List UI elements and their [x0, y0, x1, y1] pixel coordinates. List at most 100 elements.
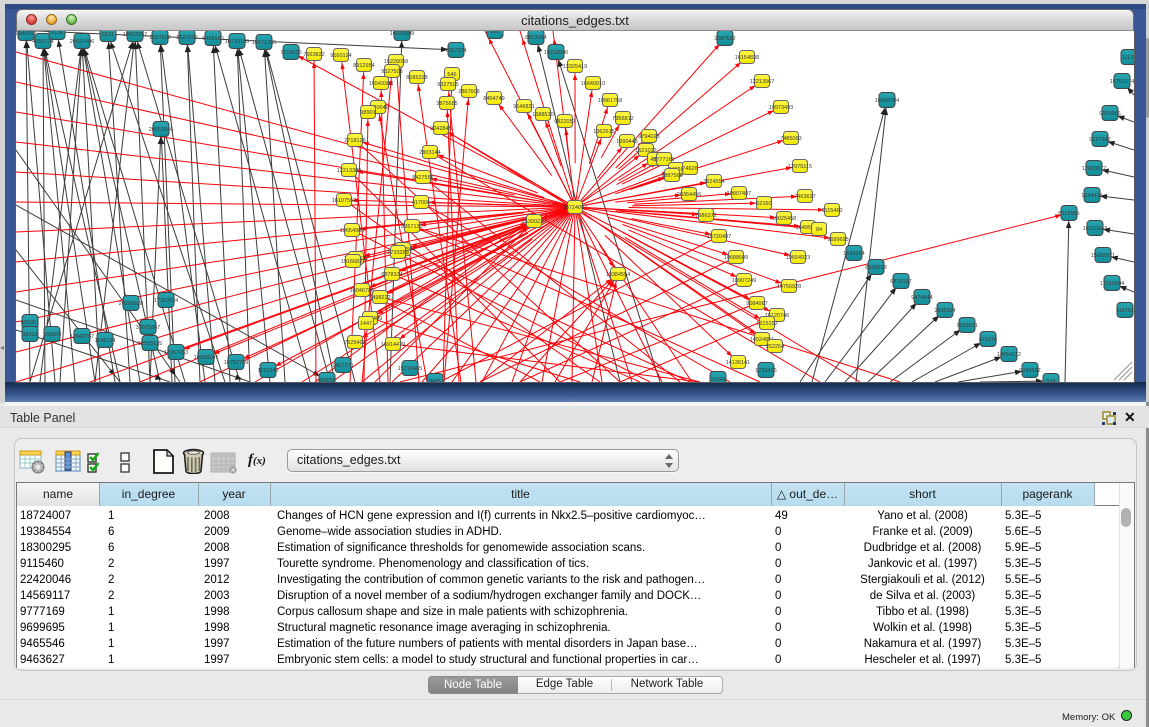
svg-text:6466160: 6466160 — [202, 36, 223, 42]
svg-text:16640910: 16640910 — [581, 81, 605, 87]
svg-text:1527602: 1527602 — [176, 35, 197, 41]
svg-text:16107552: 16107552 — [332, 198, 356, 204]
svg-text:10719155: 10719155 — [225, 39, 249, 45]
svg-text:6897568: 6897568 — [661, 173, 682, 179]
svg-text:9146821: 9146821 — [513, 104, 534, 110]
svg-text:9329966: 9329966 — [1099, 111, 1120, 117]
svg-text:2803144: 2803144 — [419, 150, 440, 156]
svg-text:10807487: 10807487 — [727, 191, 751, 197]
svg-text:16782759: 16782759 — [224, 360, 248, 366]
svg-text:7955812: 7955812 — [612, 116, 633, 122]
svg-text:19654985: 19654985 — [340, 228, 364, 234]
svg-text:881: 881 — [490, 31, 499, 35]
svg-text:3875685: 3875685 — [436, 101, 457, 107]
svg-text:15751074: 15751074 — [1110, 79, 1134, 85]
svg-text:2718126: 2718126 — [344, 138, 365, 144]
svg-text:16210643: 16210643 — [1083, 226, 1107, 232]
svg-text:20691406: 20691406 — [70, 39, 94, 45]
svg-text:9327506: 9327506 — [381, 69, 402, 75]
svg-text:12093872: 12093872 — [1082, 166, 1106, 172]
svg-text:12942757: 12942757 — [70, 334, 94, 340]
svg-text:16543382: 16543382 — [369, 81, 393, 87]
svg-text:8186328: 8186328 — [406, 75, 427, 81]
svg-text:8878334: 8878334 — [381, 272, 402, 278]
svg-text:8912954: 8912954 — [353, 63, 374, 69]
svg-text:10961758: 10961758 — [598, 98, 622, 104]
svg-text:7986372: 7986372 — [695, 213, 716, 219]
svg-text:19756928: 19756928 — [777, 284, 801, 290]
svg-text:98901: 98901 — [360, 110, 375, 116]
svg-text:9084067: 9084067 — [746, 301, 767, 307]
svg-text:19166827: 19166827 — [341, 259, 365, 265]
svg-text:9121: 9121 — [102, 32, 114, 38]
svg-text:8938928: 8938928 — [865, 265, 886, 271]
svg-text:9242845: 9242845 — [430, 126, 451, 132]
svg-text:3498222: 3498222 — [369, 295, 390, 301]
svg-text:14136141: 14136141 — [726, 360, 750, 366]
svg-text:12213967: 12213967 — [750, 79, 774, 85]
svg-text:9794028: 9794028 — [638, 134, 659, 140]
svg-text:18724007: 18724007 — [563, 205, 587, 211]
svg-text:15720407: 15720407 — [707, 234, 731, 240]
svg-text:924: 924 — [1046, 379, 1055, 382]
svg-text:16648784: 16648784 — [875, 98, 899, 104]
svg-text:7485063: 7485063 — [780, 136, 801, 142]
svg-text:9327505: 9327505 — [437, 82, 458, 88]
svg-text:7357224: 7357224 — [445, 48, 466, 54]
svg-text:19218506: 19218506 — [544, 50, 568, 56]
svg-text:116753: 116753 — [1116, 308, 1134, 314]
svg-text:17957253: 17957253 — [164, 350, 188, 356]
svg-text:12213389: 12213389 — [337, 168, 361, 174]
svg-text:33975867: 33975867 — [136, 325, 160, 331]
svg-text:1990448: 1990448 — [616, 139, 637, 145]
svg-text:19654923: 19654923 — [786, 255, 810, 261]
svg-text:9106: 9106 — [51, 31, 63, 36]
svg-text:10958107: 10958107 — [194, 355, 218, 361]
svg-text:7625402: 7625402 — [344, 340, 365, 346]
svg-text:20053346: 20053346 — [149, 127, 173, 133]
svg-text:8465: 8465 — [429, 379, 441, 382]
svg-text:10654112: 10654112 — [997, 352, 1021, 358]
svg-text:84: 84 — [816, 227, 822, 233]
svg-text:417006: 417006 — [412, 200, 430, 206]
svg-text:13325419: 13325419 — [563, 64, 587, 70]
svg-text:94633: 94633 — [319, 378, 334, 382]
svg-text:19384554: 19384554 — [606, 272, 630, 278]
svg-text:62160: 62160 — [756, 201, 771, 207]
svg-text:9474444: 9474444 — [911, 295, 932, 301]
svg-text:16033809: 16033809 — [390, 31, 414, 37]
svg-text:10249: 10249 — [710, 377, 725, 382]
svg-text:1362615: 1362615 — [593, 129, 614, 135]
svg-text:6822057: 6822057 — [554, 119, 575, 125]
svg-text:9699695: 9699695 — [827, 237, 848, 243]
svg-text:25300235: 25300235 — [522, 219, 546, 225]
svg-text:17016504: 17016504 — [1100, 281, 1124, 287]
svg-text:9160124: 9160124 — [330, 53, 351, 59]
svg-text:11174: 11174 — [1122, 55, 1134, 61]
svg-text:1640954: 1640954 — [843, 251, 864, 257]
svg-text:3624554: 3624554 — [703, 179, 724, 185]
svg-text:18907249: 18907249 — [732, 278, 756, 284]
svg-text:12505135: 12505135 — [138, 341, 162, 347]
svg-text:16046786: 16046786 — [350, 288, 374, 294]
svg-text:10653267: 10653267 — [123, 32, 147, 38]
svg-text:8267130: 8267130 — [401, 224, 422, 230]
svg-text:1588520: 1588520 — [532, 112, 553, 118]
svg-text:16671355: 16671355 — [252, 40, 276, 46]
svg-text:1527602: 1527602 — [149, 35, 170, 41]
svg-text:7463627: 7463627 — [794, 194, 815, 200]
svg-text:8215955: 8215955 — [1058, 211, 1079, 217]
svg-text:15716485: 15716485 — [398, 366, 422, 372]
svg-text:20206528: 20206528 — [119, 301, 143, 307]
svg-text:252254: 252254 — [766, 344, 784, 350]
svg-text:74626: 74626 — [682, 166, 697, 172]
svg-text:15692971: 15692971 — [1091, 253, 1115, 259]
svg-text:9115460: 9115460 — [821, 208, 842, 214]
svg-text:156829: 156829 — [43, 332, 61, 338]
svg-text:12975115: 12975115 — [788, 164, 812, 170]
svg-text:2087682: 2087682 — [714, 36, 735, 42]
svg-text:2867608: 2867608 — [458, 89, 479, 95]
svg-text:8427552: 8427552 — [412, 175, 433, 181]
svg-text:1940557: 1940557 — [16, 31, 37, 37]
svg-text:16914479: 16914479 — [381, 342, 405, 348]
